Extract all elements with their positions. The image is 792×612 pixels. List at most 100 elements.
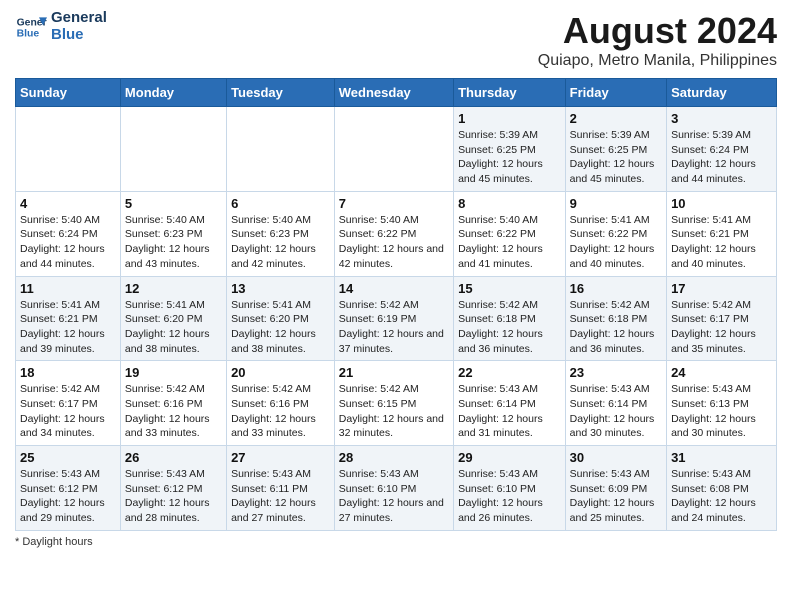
- calendar-cell: 31 Sunrise: 5:43 AMSunset: 6:08 PMDayligh…: [667, 446, 777, 531]
- day-info: Sunrise: 5:43 AMSunset: 6:08 PMDaylight:…: [671, 467, 772, 526]
- day-info: Sunrise: 5:42 AMSunset: 6:18 PMDaylight:…: [458, 298, 561, 357]
- day-info: Sunrise: 5:41 AMSunset: 6:20 PMDaylight:…: [231, 298, 330, 357]
- day-number: 28: [339, 450, 449, 465]
- day-info: Sunrise: 5:43 AMSunset: 6:10 PMDaylight:…: [458, 467, 561, 526]
- day-info: Sunrise: 5:43 AMSunset: 6:11 PMDaylight:…: [231, 467, 330, 526]
- day-info: Sunrise: 5:39 AMSunset: 6:25 PMDaylight:…: [458, 128, 561, 187]
- calendar-cell: 19 Sunrise: 5:42 AMSunset: 6:16 PMDayligh…: [120, 361, 226, 446]
- day-info: Sunrise: 5:43 AMSunset: 6:14 PMDaylight:…: [570, 382, 662, 441]
- svg-text:Blue: Blue: [17, 28, 40, 39]
- calendar-cell: 15Sunrise: 5:42 AMSunset: 6:18 PMDayligh…: [454, 276, 566, 361]
- calendar-cell: [334, 107, 453, 192]
- calendar-cell: 23 Sunrise: 5:43 AMSunset: 6:14 PMDayligh…: [565, 361, 666, 446]
- header-day-saturday: Saturday: [667, 79, 777, 107]
- calendar-cell: 26 Sunrise: 5:43 AMSunset: 6:12 PMDayligh…: [120, 446, 226, 531]
- day-info: Sunrise: 5:40 AMSunset: 6:22 PMDaylight:…: [339, 213, 449, 272]
- calendar-week-row: 11 Sunrise: 5:41 AMSunset: 6:21 PMDayligh…: [16, 276, 777, 361]
- logo-icon: General Blue: [15, 11, 47, 43]
- calendar-cell: 2Sunrise: 5:39 AMSunset: 6:25 PMDaylight…: [565, 107, 666, 192]
- day-number: 22: [458, 365, 561, 380]
- calendar-week-row: 4Sunrise: 5:40 AMSunset: 6:24 PMDaylight…: [16, 191, 777, 276]
- day-info: Sunrise: 5:42 AMSunset: 6:19 PMDaylight:…: [339, 298, 449, 357]
- day-number: 3: [671, 111, 772, 126]
- day-number: 24: [671, 365, 772, 380]
- calendar-week-row: 1Sunrise: 5:39 AMSunset: 6:25 PMDaylight…: [16, 107, 777, 192]
- day-number: 20: [231, 365, 330, 380]
- day-info: Sunrise: 5:42 AMSunset: 6:15 PMDaylight:…: [339, 382, 449, 441]
- day-number: 5: [125, 196, 222, 211]
- header-day-monday: Monday: [120, 79, 226, 107]
- day-number: 26: [125, 450, 222, 465]
- day-number: 31: [671, 450, 772, 465]
- header: General Blue General Blue August 2024 Qu…: [15, 10, 777, 70]
- calendar-cell: 16Sunrise: 5:42 AMSunset: 6:18 PMDayligh…: [565, 276, 666, 361]
- calendar-cell: 5 Sunrise: 5:40 AMSunset: 6:23 PMDaylight…: [120, 191, 226, 276]
- calendar-cell: 7 Sunrise: 5:40 AMSunset: 6:22 PMDaylight…: [334, 191, 453, 276]
- calendar-cell: 3Sunrise: 5:39 AMSunset: 6:24 PMDaylight…: [667, 107, 777, 192]
- calendar-cell: 8 Sunrise: 5:40 AMSunset: 6:22 PMDaylight…: [454, 191, 566, 276]
- day-info: Sunrise: 5:41 AMSunset: 6:22 PMDaylight:…: [570, 213, 662, 272]
- day-number: 9: [570, 196, 662, 211]
- logo: General Blue General Blue: [15, 10, 107, 43]
- day-info: Sunrise: 5:39 AMSunset: 6:25 PMDaylight:…: [570, 128, 662, 187]
- day-number: 18: [20, 365, 116, 380]
- calendar-cell: 30Sunrise: 5:43 AMSunset: 6:09 PMDayligh…: [565, 446, 666, 531]
- day-number: 14: [339, 281, 449, 296]
- logo-text-line1: General: [51, 10, 107, 27]
- day-info: Sunrise: 5:41 AMSunset: 6:21 PMDaylight:…: [20, 298, 116, 357]
- calendar-cell: 6 Sunrise: 5:40 AMSunset: 6:23 PMDaylight…: [227, 191, 335, 276]
- day-number: 8: [458, 196, 561, 211]
- day-info: Sunrise: 5:43 AMSunset: 6:14 PMDaylight:…: [458, 382, 561, 441]
- day-number: 25: [20, 450, 116, 465]
- calendar-cell: 10Sunrise: 5:41 AMSunset: 6:21 PMDayligh…: [667, 191, 777, 276]
- day-info: Sunrise: 5:40 AMSunset: 6:23 PMDaylight:…: [231, 213, 330, 272]
- day-info: Sunrise: 5:42 AMSunset: 6:17 PMDaylight:…: [20, 382, 116, 441]
- calendar-cell: 9 Sunrise: 5:41 AMSunset: 6:22 PMDaylight…: [565, 191, 666, 276]
- footer-note: * Daylight hours: [15, 536, 777, 548]
- day-info: Sunrise: 5:43 AMSunset: 6:13 PMDaylight:…: [671, 382, 772, 441]
- calendar-cell: 11 Sunrise: 5:41 AMSunset: 6:21 PMDayligh…: [16, 276, 121, 361]
- day-info: Sunrise: 5:42 AMSunset: 6:17 PMDaylight:…: [671, 298, 772, 357]
- calendar-cell: 24 Sunrise: 5:43 AMSunset: 6:13 PMDayligh…: [667, 361, 777, 446]
- day-info: Sunrise: 5:40 AMSunset: 6:24 PMDaylight:…: [20, 213, 116, 272]
- calendar-cell: 12Sunrise: 5:41 AMSunset: 6:20 PMDayligh…: [120, 276, 226, 361]
- day-number: 12: [125, 281, 222, 296]
- day-info: Sunrise: 5:43 AMSunset: 6:12 PMDaylight:…: [125, 467, 222, 526]
- day-info: Sunrise: 5:40 AMSunset: 6:22 PMDaylight:…: [458, 213, 561, 272]
- header-day-tuesday: Tuesday: [227, 79, 335, 107]
- calendar-cell: [16, 107, 121, 192]
- day-number: 21: [339, 365, 449, 380]
- calendar-cell: 14 Sunrise: 5:42 AMSunset: 6:19 PMDayligh…: [334, 276, 453, 361]
- header-day-friday: Friday: [565, 79, 666, 107]
- day-info: Sunrise: 5:42 AMSunset: 6:16 PMDaylight:…: [125, 382, 222, 441]
- day-info: Sunrise: 5:43 AMSunset: 6:10 PMDaylight:…: [339, 467, 449, 526]
- calendar-cell: 29Sunrise: 5:43 AMSunset: 6:10 PMDayligh…: [454, 446, 566, 531]
- day-info: Sunrise: 5:42 AMSunset: 6:16 PMDaylight:…: [231, 382, 330, 441]
- calendar-cell: 22 Sunrise: 5:43 AMSunset: 6:14 PMDayligh…: [454, 361, 566, 446]
- day-number: 19: [125, 365, 222, 380]
- calendar-cell: 27Sunrise: 5:43 AMSunset: 6:11 PMDayligh…: [227, 446, 335, 531]
- day-number: 11: [20, 281, 116, 296]
- calendar-cell: 4Sunrise: 5:40 AMSunset: 6:24 PMDaylight…: [16, 191, 121, 276]
- day-number: 6: [231, 196, 330, 211]
- calendar-week-row: 18 Sunrise: 5:42 AMSunset: 6:17 PMDayligh…: [16, 361, 777, 446]
- calendar-cell: [227, 107, 335, 192]
- header-day-thursday: Thursday: [454, 79, 566, 107]
- day-info: Sunrise: 5:40 AMSunset: 6:23 PMDaylight:…: [125, 213, 222, 272]
- calendar-cell: 17Sunrise: 5:42 AMSunset: 6:17 PMDayligh…: [667, 276, 777, 361]
- day-number: 7: [339, 196, 449, 211]
- day-info: Sunrise: 5:42 AMSunset: 6:18 PMDaylight:…: [570, 298, 662, 357]
- day-number: 23: [570, 365, 662, 380]
- calendar-cell: 20 Sunrise: 5:42 AMSunset: 6:16 PMDayligh…: [227, 361, 335, 446]
- calendar-header-row: SundayMondayTuesdayWednesdayThursdayFrid…: [16, 79, 777, 107]
- calendar-cell: 25 Sunrise: 5:43 AMSunset: 6:12 PMDayligh…: [16, 446, 121, 531]
- calendar-cell: 18 Sunrise: 5:42 AMSunset: 6:17 PMDayligh…: [16, 361, 121, 446]
- day-number: 10: [671, 196, 772, 211]
- calendar-table: SundayMondayTuesdayWednesdayThursdayFrid…: [15, 78, 777, 531]
- day-number: 13: [231, 281, 330, 296]
- calendar-week-row: 25 Sunrise: 5:43 AMSunset: 6:12 PMDayligh…: [16, 446, 777, 531]
- logo-text-line2: Blue: [51, 27, 107, 44]
- calendar-cell: 21 Sunrise: 5:42 AMSunset: 6:15 PMDayligh…: [334, 361, 453, 446]
- day-number: 30: [570, 450, 662, 465]
- day-info: Sunrise: 5:43 AMSunset: 6:12 PMDaylight:…: [20, 467, 116, 526]
